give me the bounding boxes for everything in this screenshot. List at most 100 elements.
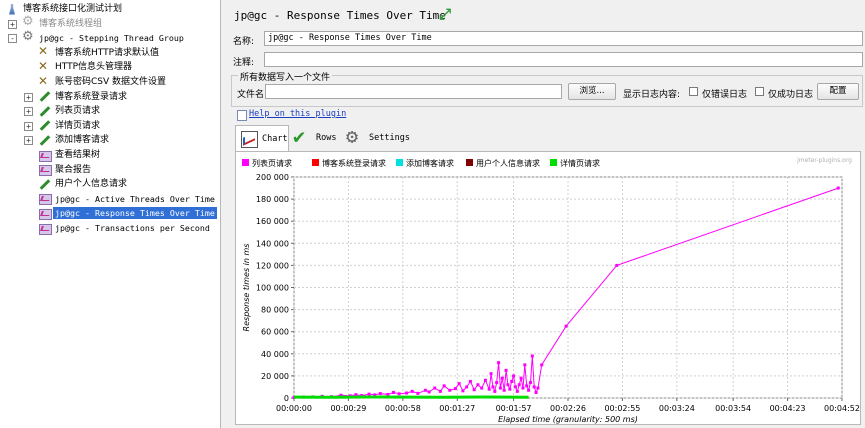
tree-node-label: HTTP信息头管理器 [55, 62, 133, 73]
data-point [453, 387, 457, 391]
name-field[interactable]: jp@gc - Response Times Over Time [264, 31, 863, 46]
data-point [468, 379, 472, 383]
tab-settings[interactable]: Settings [346, 124, 412, 151]
data-point [495, 381, 499, 385]
data-point [512, 374, 516, 378]
legend-swatch [312, 159, 319, 166]
tree-node[interactable]: 账号密码CSV 数据文件设置 [38, 74, 168, 89]
data-point [480, 386, 484, 390]
y-tick-label: 120 000 [256, 261, 289, 270]
data-point [489, 372, 493, 376]
tree-node[interactable]: 详情页请求 [38, 119, 102, 133]
data-point [416, 391, 420, 395]
data-point [510, 379, 514, 383]
expand-icon[interactable] [439, 5, 453, 23]
tree-node[interactable]: 博客系统登录请求 [38, 90, 129, 104]
data-point [493, 389, 497, 393]
x-tick-label: 00:03:54 [715, 404, 751, 413]
legend-label: 博客系统登录请求 [322, 158, 386, 168]
data-point [410, 389, 414, 393]
tree-node[interactable]: 博客系统线程组 [22, 14, 104, 31]
data-point [517, 383, 521, 387]
tab-chart[interactable]: Chart [235, 125, 289, 151]
tree-node[interactable]: jp@gc - Stepping Thread Group [22, 29, 186, 45]
tab-chart-label: Chart [262, 133, 288, 144]
browse-button[interactable]: 浏览... [568, 83, 616, 100]
success-only-label: 仅成功日志 [768, 90, 814, 100]
tree-node[interactable]: jp@gc - Response Times Over Time [38, 206, 217, 220]
data-point [836, 186, 840, 190]
tools-icon [38, 44, 51, 59]
tree-expander[interactable]: + [24, 107, 33, 117]
data-point [502, 388, 506, 392]
data-point [461, 389, 465, 393]
success-only-checkbox[interactable] [755, 87, 764, 96]
tree-expander[interactable]: - [8, 34, 17, 44]
tree-expander[interactable]: + [24, 121, 33, 131]
data-point [476, 383, 480, 387]
pen-icon [38, 90, 51, 103]
x-axis-label: Elapsed time (granularity: 500 ms) [498, 415, 638, 424]
x-tick-label: 00:02:55 [604, 404, 640, 413]
y-tick-label: 20 000 [261, 372, 289, 381]
data-point [465, 385, 469, 389]
tree-expander[interactable]: + [24, 92, 33, 102]
data-point [497, 361, 501, 365]
legend-label: 列表页请求 [252, 158, 292, 168]
x-tick-label: 00:01:57 [496, 404, 532, 413]
response-times-chart: 列表页请求 博客系统登录请求 添加博客请求 用户个人信息请求 详情页请求 jmeter-p… [242, 157, 860, 424]
comment-field[interactable] [264, 52, 863, 67]
data-point [457, 382, 461, 386]
data-point [391, 390, 395, 394]
tree-node[interactable]: 用户个人信息请求 [38, 177, 129, 191]
tools-icon [38, 59, 51, 74]
tree-node[interactable]: jp@gc - Active Threads Over Time [38, 192, 217, 206]
tree-node[interactable]: jp@gc - Transactions per Second [38, 221, 212, 235]
y-tick-label: 100 000 [256, 284, 289, 293]
tree-node-label: 用户个人信息请求 [55, 179, 128, 190]
tree-node[interactable]: 列表页请求 [38, 104, 102, 118]
tree-node[interactable]: 查看结果树 [38, 148, 102, 162]
help-link[interactable]: Help on this plugin [249, 109, 346, 119]
legend-swatch [466, 159, 473, 166]
file-output-group-label: 所有数据写入一个文件 [238, 70, 333, 83]
listener-icon [38, 149, 52, 162]
data-point [615, 263, 619, 267]
data-point [405, 391, 409, 395]
data-point [530, 354, 534, 358]
flask-icon [6, 3, 19, 16]
tree-node[interactable]: 添加博客请求 [38, 133, 111, 147]
data-point [427, 390, 431, 394]
tree-node-label: 聚合报告 [55, 164, 92, 175]
data-point [423, 388, 427, 392]
tree-node[interactable]: 博客系统HTTP请求默认值 [38, 44, 161, 60]
tree-expander[interactable]: + [24, 136, 33, 146]
configure-button[interactable]: 配置 [817, 83, 859, 100]
legend-swatch [396, 159, 403, 166]
x-tick-label: 00:04:23 [770, 404, 806, 413]
tree-node[interactable]: 聚合报告 [38, 163, 93, 177]
listener-icon [38, 192, 52, 206]
data-point [448, 388, 452, 392]
gear-icon [346, 124, 366, 148]
data-point [532, 385, 536, 389]
data-point [438, 389, 442, 393]
data-point [472, 388, 476, 392]
tab-rows[interactable]: Rows [293, 124, 345, 151]
listener-icon [38, 207, 52, 220]
tree-node-label: 账号密码CSV 数据文件设置 [55, 77, 167, 87]
filename-field[interactable] [265, 84, 562, 99]
data-point [483, 378, 487, 382]
tree-node[interactable]: HTTP信息头管理器 [38, 59, 134, 74]
test-plan-tree[interactable]: 博客系统接口化测试计划 + 博客系统线程组 - jp@gc - Stepping Thr… [0, 0, 221, 428]
legend-swatch [242, 159, 249, 166]
file-output-group: 所有数据写入一个文件 文件名 浏览... 显示日志内容: 仅错误日志 仅成功日志… [231, 70, 863, 107]
tree-node-label: 添加博客请求 [55, 135, 110, 146]
x-tick-label: 00:00:29 [330, 404, 366, 413]
errors-only-checkbox[interactable] [689, 87, 698, 96]
y-axis-label: Response times in ms [242, 244, 251, 332]
tree-node-label: 列表页请求 [55, 106, 101, 117]
chart-icon [239, 129, 259, 149]
data-point [525, 384, 529, 388]
tree-expander[interactable]: + [8, 19, 17, 29]
